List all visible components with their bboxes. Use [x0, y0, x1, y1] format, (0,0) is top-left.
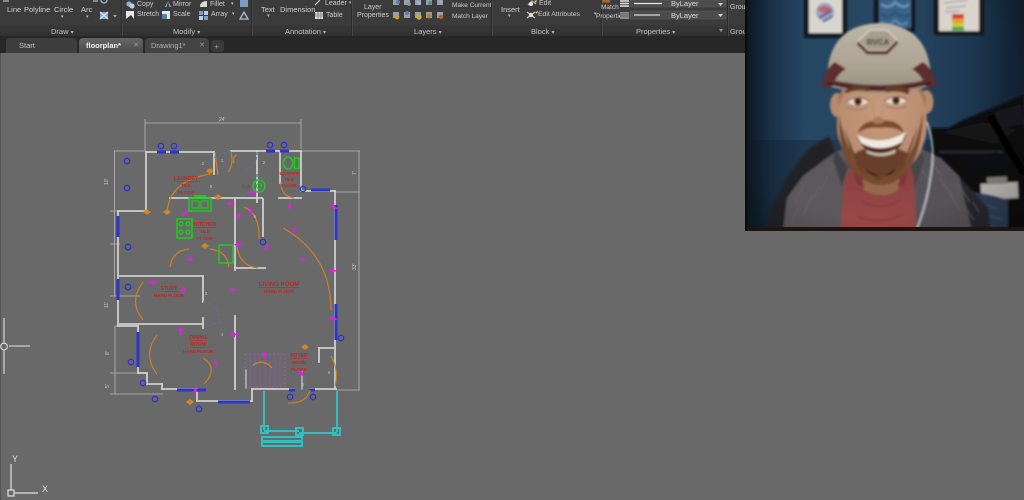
svg-text:6: 6 — [328, 370, 331, 375]
svg-text:1: 1 — [302, 382, 305, 387]
svg-text:7': 7' — [352, 171, 358, 175]
svg-text:ROOM: ROOM — [190, 342, 206, 348]
svg-text:TILE: TILE — [200, 229, 210, 234]
svg-text:FLOOR: FLOOR — [281, 183, 297, 188]
svg-text:10': 10' — [104, 178, 110, 185]
svg-text:DINING: DINING — [189, 335, 207, 341]
svg-text:2: 2 — [263, 160, 266, 165]
svg-text:X: X — [42, 484, 48, 494]
svg-text:HARD FLOOR: HARD FLOOR — [154, 293, 185, 298]
svg-text:KITCHEN: KITCHEN — [194, 222, 217, 228]
svg-text:Y: Y — [12, 454, 18, 464]
svg-text:LIVING ROOM: LIVING ROOM — [259, 282, 299, 288]
svg-text:11': 11' — [104, 302, 110, 308]
svg-text:HARD FLOOR: HARD FLOOR — [264, 289, 295, 294]
svg-text:WOOD: WOOD — [292, 360, 307, 365]
svg-text:CLO: CLO — [241, 184, 251, 189]
svg-text:24': 24' — [219, 117, 226, 123]
svg-text:2: 2 — [202, 161, 205, 166]
svg-text:5: 5 — [210, 184, 213, 189]
svg-text:FLOOR: FLOOR — [197, 236, 213, 241]
svg-text:1/2 BATH: 1/2 BATH — [279, 171, 299, 176]
svg-text:STUDY: STUDY — [161, 286, 179, 292]
svg-text:LAUNDRY: LAUNDRY — [174, 176, 199, 182]
svg-text:4: 4 — [221, 332, 224, 337]
svg-text:HARD FLOOR: HARD FLOOR — [183, 349, 214, 354]
svg-text:TILE: TILE — [181, 183, 191, 188]
svg-text:1: 1 — [221, 158, 224, 163]
svg-text:33': 33' — [352, 263, 358, 270]
svg-text:FOYER: FOYER — [290, 353, 308, 359]
svg-text:6: 6 — [254, 214, 257, 219]
svg-text:5': 5' — [105, 384, 111, 388]
svg-text:3: 3 — [205, 291, 208, 296]
svg-text:TILE: TILE — [284, 177, 294, 182]
svg-text:8': 8' — [105, 351, 111, 355]
svg-text:FLOOR: FLOOR — [178, 190, 194, 195]
